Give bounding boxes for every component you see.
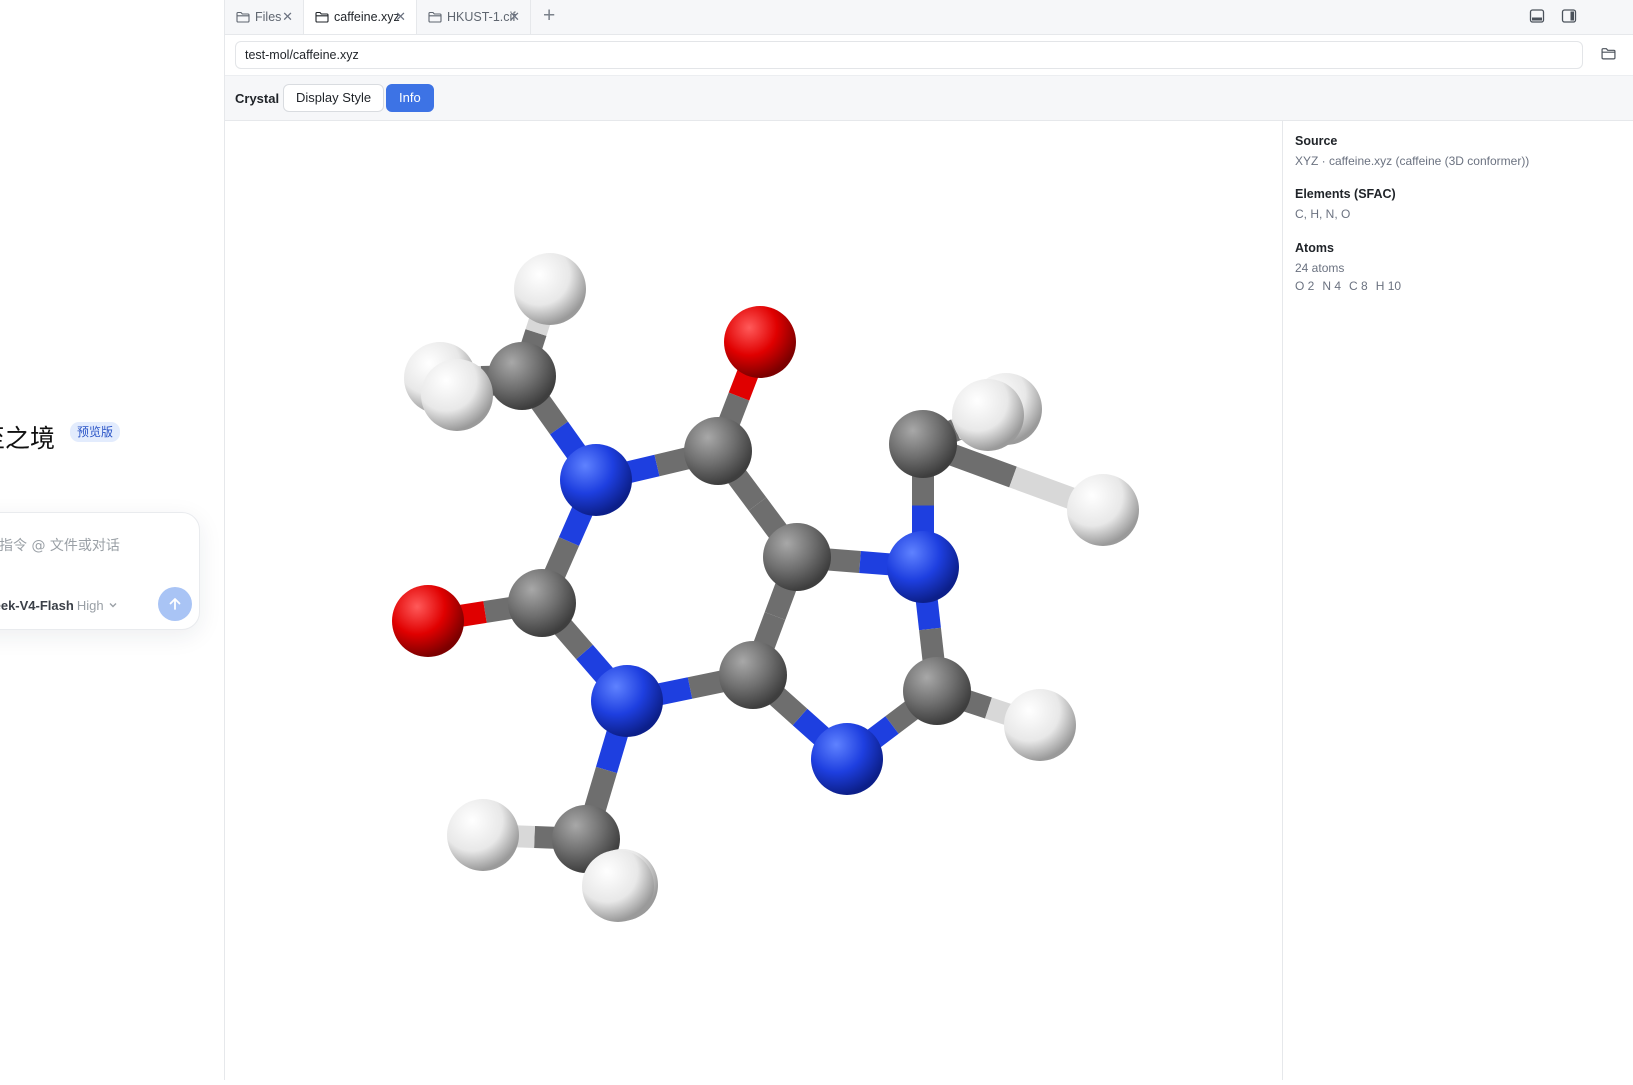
count-nitrogen: N 4 [1322, 279, 1342, 293]
chat-composer: 指令 @ 文件或对话 pSeek-V4-FlashHigh [0, 512, 200, 630]
elements-heading: Elements (SFAC) [1295, 187, 1396, 201]
atom-layer [392, 253, 1139, 922]
oxygen-atom [392, 585, 464, 657]
nitrogen-atom [560, 444, 632, 516]
molecule-viewport[interactable] [225, 121, 1281, 1080]
elements-section: Elements (SFAC) C, H, N, O [1295, 187, 1396, 221]
tab-label: HKUST-1.cif [447, 10, 516, 24]
arrow-up-icon [169, 598, 181, 610]
folder-icon [428, 11, 442, 23]
folder-icon [315, 11, 329, 23]
composer-input[interactable]: 指令 @ 文件或对话 [0, 535, 120, 555]
preview-badge: 预览版 [70, 422, 121, 442]
folder-icon [236, 11, 250, 23]
model-selector[interactable]: pSeek-V4-FlashHigh [0, 598, 118, 613]
source-value: XYZ · caffeine.xyz (caffeine (3D conform… [1295, 154, 1530, 168]
display-style-button[interactable]: Display Style [283, 84, 385, 112]
source-heading: Source [1295, 134, 1338, 148]
chevron-down-icon [108, 600, 118, 613]
atom-counts: O 2 N 4 C 8 H 10 [1295, 279, 1409, 293]
main-area: Files ✕ caffeine.xyz ✕ HKUST-1.cif ✕ + t… [225, 0, 1633, 1080]
tab-bar: Files ✕ caffeine.xyz ✕ HKUST-1.cif ✕ + [225, 0, 1633, 35]
carbon-atom [719, 641, 787, 709]
nitrogen-atom [887, 531, 959, 603]
send-button[interactable] [158, 587, 192, 621]
hydrogen-atom [582, 850, 654, 922]
atoms-section: Atoms 24 atoms O 2 N 4 C 8 H 10 [1295, 241, 1409, 293]
nitrogen-atom [591, 665, 663, 737]
count-oxygen: O 2 [1295, 279, 1315, 293]
oxygen-atom [724, 306, 796, 378]
count-carbon: C 8 [1349, 279, 1368, 293]
tab-files[interactable]: Files ✕ [225, 0, 304, 34]
hydrogen-atom [1004, 689, 1076, 761]
close-icon[interactable]: ✕ [509, 9, 520, 25]
close-icon[interactable]: ✕ [395, 9, 406, 25]
path-input[interactable]: test-mol/caffeine.xyz [235, 41, 1583, 69]
info-panel: Source XYZ · caffeine.xyz (caffeine (3D … [1282, 121, 1633, 1080]
sidebar-panel: 至之境 预览版 指令 @ 文件或对话 pSeek-V4-FlashHigh [0, 0, 225, 1080]
hydrogen-atom [952, 379, 1024, 451]
carbon-atom [488, 342, 556, 410]
viewer-toolbar: Crystal Display Style Info [225, 76, 1633, 121]
path-row: test-mol/caffeine.xyz [225, 35, 1633, 76]
caffeine-molecule-render [392, 253, 1139, 922]
info-button[interactable]: Info [386, 84, 434, 112]
carbon-atom [684, 417, 752, 485]
elements-value: C, H, N, O [1295, 207, 1351, 221]
app-brand-title: 至之境 [0, 424, 56, 453]
plus-icon[interactable]: + [543, 5, 555, 26]
panel-right-icon[interactable] [1561, 8, 1577, 29]
carbon-atom [763, 523, 831, 591]
atoms-heading: Atoms [1295, 241, 1334, 255]
tab-label: Files [255, 10, 282, 24]
model-name: pSeek-V4-Flash [0, 598, 74, 613]
panel-bottom-icon[interactable] [1529, 8, 1545, 29]
atoms-total: 24 atoms [1295, 261, 1345, 275]
hydrogen-atom [447, 799, 519, 871]
carbon-atom [889, 410, 957, 478]
tab-label: caffeine.xyz [334, 10, 400, 24]
hydrogen-atom [1067, 474, 1139, 546]
source-section: Source XYZ · caffeine.xyz (caffeine (3D … [1295, 134, 1529, 168]
carbon-atom [903, 657, 971, 725]
hydrogen-atom [514, 253, 586, 325]
model-effort: High [76, 598, 104, 613]
count-hydrogen: H 10 [1375, 279, 1402, 293]
folder-icon[interactable] [1601, 47, 1616, 65]
carbon-atom [508, 569, 576, 637]
tab-hkust[interactable]: HKUST-1.cif ✕ [417, 0, 531, 34]
hydrogen-atom [421, 359, 493, 431]
nitrogen-atom [811, 723, 883, 795]
tab-caffeine[interactable]: caffeine.xyz ✕ [304, 0, 417, 34]
crystal-label: Crystal [235, 91, 280, 106]
close-icon[interactable]: ✕ [282, 9, 293, 25]
